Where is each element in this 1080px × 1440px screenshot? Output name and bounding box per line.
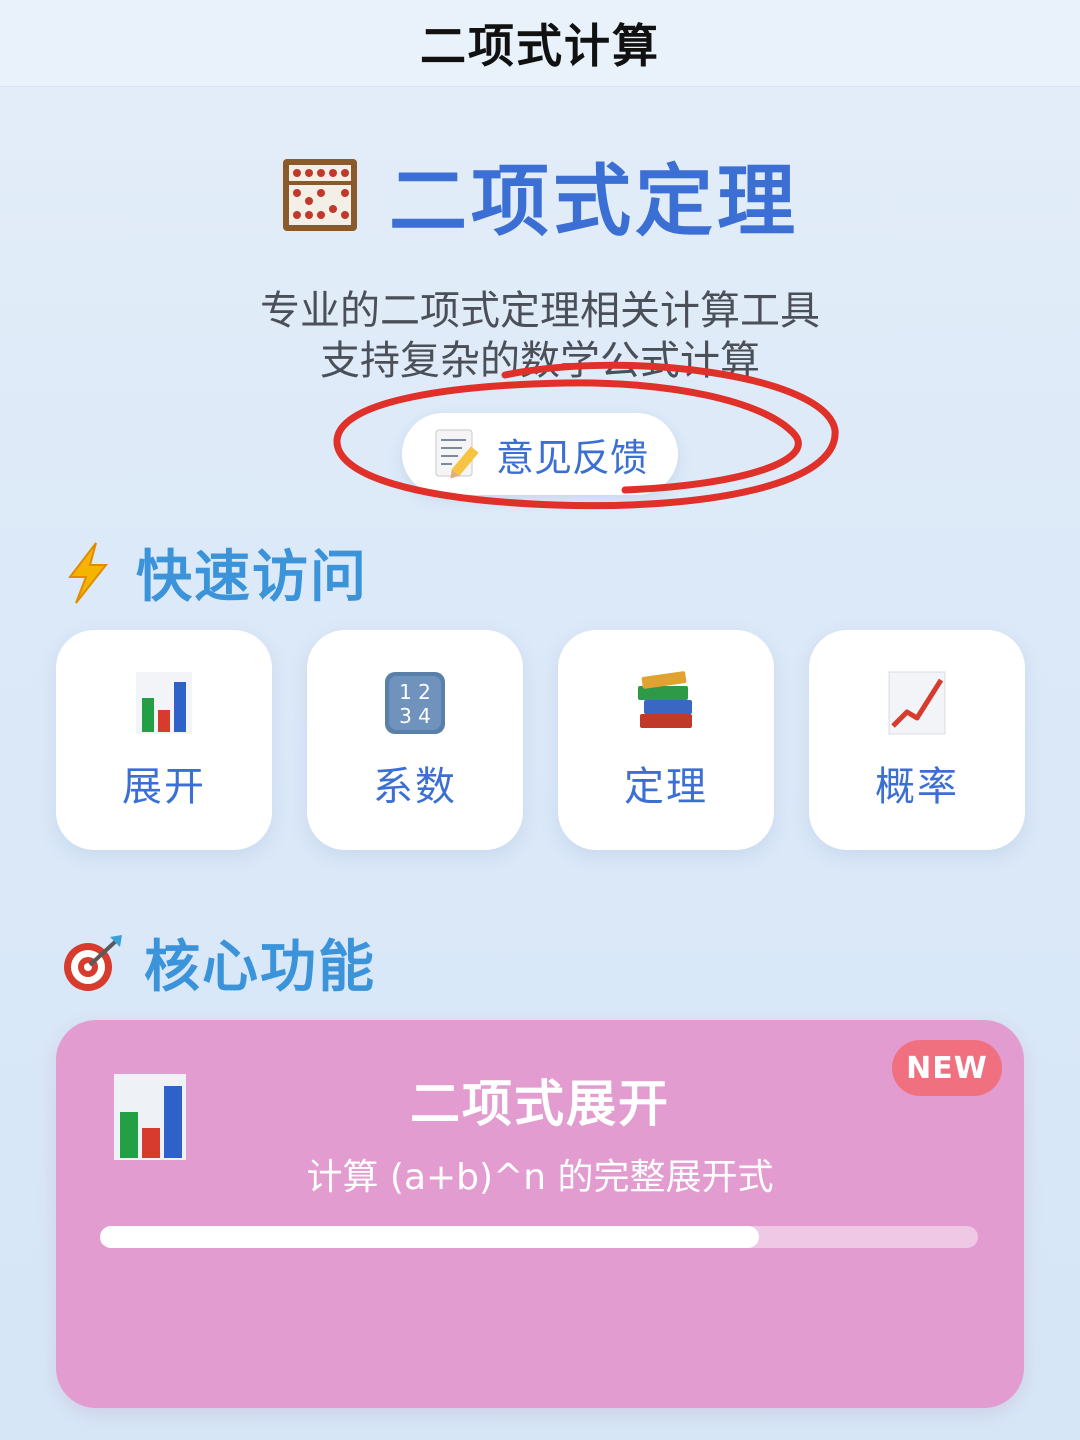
memo-icon — [435, 429, 479, 479]
bar-chart-icon — [136, 672, 192, 734]
quick-access-title: 快速访问 — [136, 545, 368, 610]
quick-item-coefficient[interactable]: 1 2 3 4 系数 — [307, 630, 523, 850]
quick-item-probability[interactable]: 概率 — [809, 630, 1025, 850]
progress-bar — [100, 1226, 978, 1248]
new-badge: NEW — [892, 1040, 1002, 1096]
quick-access-heading: 快速访问 — [60, 532, 368, 613]
nav-title: 二项式计算 — [420, 19, 660, 73]
svg-text:1 2: 1 2 — [399, 680, 431, 704]
quick-item-label: 系数 — [373, 764, 457, 810]
hero-subtitle-line-2: 支持复杂的数学公式计算 — [320, 338, 760, 384]
feature-title: 二项式展开 — [410, 1075, 670, 1133]
progress-fill — [100, 1226, 759, 1248]
hero-title: 二项式定理 — [388, 157, 799, 247]
number-keycap-icon: 1 2 3 4 — [385, 672, 445, 734]
feature-description: 计算 (a+b)^n 的完整展开式 — [306, 1157, 774, 1198]
abacus-icon — [282, 159, 357, 231]
trend-chart-icon — [888, 671, 946, 735]
lightning-icon — [67, 541, 109, 604]
feedback-label: 意见反馈 — [495, 435, 648, 480]
navigation-bar: 二项式计算 — [0, 0, 1080, 87]
feedback-button[interactable]: 意见反馈 — [402, 413, 678, 495]
quick-item-expand[interactable]: 展开 — [56, 630, 272, 850]
books-icon — [638, 671, 692, 728]
quick-item-label: 定理 — [624, 764, 708, 810]
feature-card-expansion[interactable]: 二项式展开 计算 (a+b)^n 的完整展开式 NEW — [56, 1020, 1024, 1408]
quick-access-grid: 展开 1 2 3 4 系数 定理 概率 — [56, 630, 1026, 850]
hero-title-row: 二项式定理 — [0, 140, 1080, 250]
core-features-heading: 核心功能 — [60, 922, 376, 1003]
hero-subtitle-line-1: 专业的二项式定理相关计算工具 — [260, 288, 820, 334]
quick-item-label: 概率 — [875, 764, 959, 810]
hero-section: 二项式定理 专业的二项式定理相关计算工具 支持复杂的数学公式计算 — [0, 140, 1080, 386]
svg-text:3 4: 3 4 — [399, 704, 431, 728]
quick-item-label: 展开 — [122, 764, 206, 810]
core-features-title: 核心功能 — [144, 935, 376, 1000]
target-icon — [64, 934, 122, 991]
quick-item-theorem[interactable]: 定理 — [558, 630, 774, 850]
